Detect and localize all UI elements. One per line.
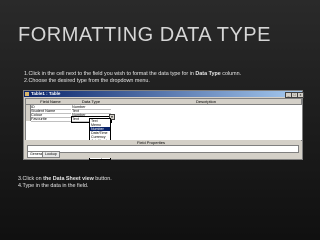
properties-panel <box>27 145 299 153</box>
tab-lookup[interactable]: Lookup <box>42 151 60 158</box>
field-name-cell[interactable]: Favourite <box>31 117 71 123</box>
field-properties-pane: Field Properties General Lookup <box>25 140 301 158</box>
instruction-step-3: 3.Click on the Data Sheet view button. <box>18 176 112 182</box>
instruction-step-4: 4.Type in the data in the field. <box>18 183 89 189</box>
header-description: Description <box>111 99 302 105</box>
field-grid: Field Name Data Type Description ID Numb… <box>25 98 303 141</box>
slide-title: FORMATTING DATA TYPE <box>18 24 271 46</box>
instruction-step-2: 2.Choose the desired type from the dropd… <box>24 78 150 84</box>
table-icon <box>25 92 29 96</box>
instruction-step-1: 1.Click in the cell next to the field yo… <box>24 71 242 77</box>
window-titlebar[interactable]: Table1 : Table _ □ x <box>24 91 304 98</box>
window-title: Table1 : Table <box>31 91 61 96</box>
table-design-window: Table1 : Table _ □ x Field Name Data Typ… <box>23 90 304 160</box>
